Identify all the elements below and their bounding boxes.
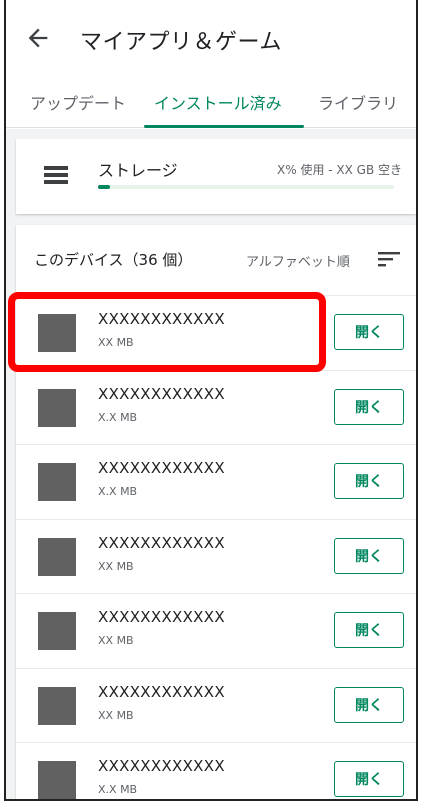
storage-icon xyxy=(44,166,68,184)
app-icon xyxy=(38,612,76,650)
app-name: XXXXXXXXXXXX xyxy=(98,682,225,701)
open-button[interactable]: 開く xyxy=(334,463,404,499)
open-button[interactable]: 開く xyxy=(334,314,404,350)
app-icon xyxy=(38,314,76,352)
app-list-item[interactable]: XXXXXXXXXXXX X.X MB 開く xyxy=(16,742,416,799)
app-name: XXXXXXXXXXXX xyxy=(98,533,225,552)
app-bar: マイアプリ＆ゲーム xyxy=(6,0,416,80)
app-name: XXXXXXXXXXXX xyxy=(98,459,225,477)
sort-order-label[interactable]: アルファベット順 xyxy=(246,251,350,270)
arrow-back-icon[interactable] xyxy=(24,24,52,52)
app-size: XX MB xyxy=(98,708,134,722)
app-name: XXXXXXXXXXXX xyxy=(98,757,225,775)
tab-updates[interactable]: アップデート xyxy=(30,90,126,114)
app-size: X.X MB xyxy=(98,410,138,424)
app-icon xyxy=(38,388,76,427)
page-title: マイアプリ＆ゲーム xyxy=(80,30,282,55)
app-list-item[interactable]: XXXXXXXXXXXX X.X MB 開く xyxy=(16,369,416,445)
app-name: XXXXXXXXXXXX xyxy=(98,608,225,626)
storage-card[interactable]: ストレージ X% 使用 - XX GB 空き xyxy=(16,139,416,214)
open-button[interactable]: 開く xyxy=(334,388,404,425)
app-list: XXXXXXXXXXXX XX MB 開く XXXXXXXXXXXX X.X MB 開く X… xyxy=(16,295,416,799)
storage-progress-track xyxy=(98,185,394,189)
app-list-item[interactable]: XXXXXXXXXXXX XX MB 開く xyxy=(16,295,416,370)
app-icon xyxy=(38,686,76,725)
app-name: XXXXXXXXXXXX xyxy=(98,384,225,403)
app-icon xyxy=(38,537,76,576)
tab-library[interactable]: ライブラリ xyxy=(318,90,398,114)
app-name: XXXXXXXXXXXX xyxy=(98,310,225,328)
app-list-item[interactable]: XXXXXXXXXXXX XX MB 開く xyxy=(16,593,416,668)
storage-usage-text: X% 使用 - XX GB 空き xyxy=(277,163,402,177)
device-count-label: このデバイス（36 個） xyxy=(34,251,193,269)
open-button[interactable]: 開く xyxy=(334,686,404,723)
app-size: XX MB xyxy=(98,336,134,349)
device-apps-card: このデバイス（36 個） アルファベット順 XXXXXXXXXXXX XX MB 開… xyxy=(16,225,416,799)
open-button[interactable]: 開く xyxy=(334,612,404,648)
sort-icon[interactable] xyxy=(378,250,400,268)
storage-label: ストレージ xyxy=(98,161,178,180)
app-icon xyxy=(38,761,76,799)
app-size: X.X MB xyxy=(98,485,138,498)
app-size: XX MB xyxy=(98,559,134,573)
phone-screen: マイアプリ＆ゲーム アップデート インストール済み ライブラリ ストレージ X%… xyxy=(4,0,418,801)
app-size: XX MB xyxy=(98,634,134,647)
active-tab-indicator xyxy=(144,125,304,128)
app-icon xyxy=(38,463,76,501)
app-list-item[interactable]: XXXXXXXXXXXX X.X MB 開く xyxy=(16,444,416,519)
open-button[interactable]: 開く xyxy=(334,537,404,574)
tab-bar: アップデート インストール済み ライブラリ xyxy=(6,80,416,128)
tab-installed[interactable]: インストール済み xyxy=(154,90,282,114)
storage-progress-fill xyxy=(98,185,110,189)
open-button[interactable]: 開く xyxy=(334,761,404,797)
list-header: このデバイス（36 個） アルファベット順 xyxy=(16,225,416,295)
app-list-item[interactable]: XXXXXXXXXXXX XX MB 開く xyxy=(16,518,416,594)
app-list-item[interactable]: XXXXXXXXXXXX XX MB 開く xyxy=(16,667,416,743)
app-size: X.X MB xyxy=(98,783,138,796)
